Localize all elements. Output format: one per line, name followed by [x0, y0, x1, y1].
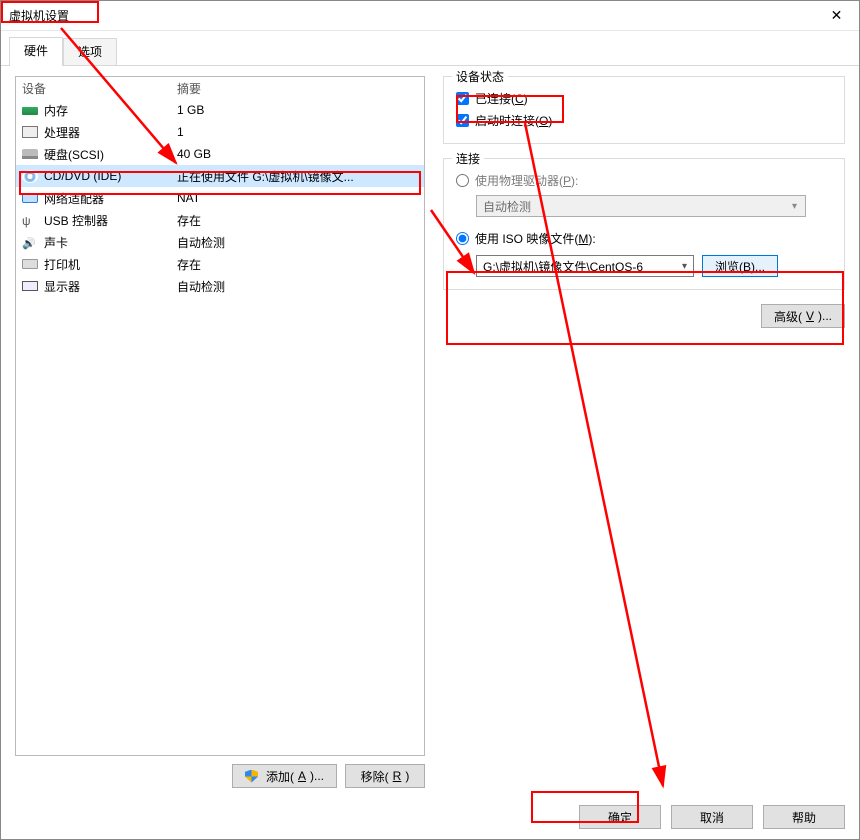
- advanced-row: 高级(V)...: [443, 304, 845, 328]
- tab-strip: 硬件 选项: [1, 31, 859, 66]
- close-icon: ✕: [831, 7, 843, 24]
- connected-row: 已连接(C): [456, 87, 832, 109]
- device-row-display[interactable]: 显示器 自动检测: [16, 275, 424, 297]
- device-row-sound[interactable]: 声卡 自动检测: [16, 231, 424, 253]
- dialog-body: 设备 摘要 内存 1 GB 处理器 1 硬盘(SCSI) 40 GB CD/DV…: [1, 66, 859, 839]
- tab-hardware[interactable]: 硬件: [9, 37, 63, 66]
- use-iso-radio[interactable]: [456, 232, 469, 245]
- use-physical-radio[interactable]: [456, 174, 469, 187]
- advanced-button[interactable]: 高级(V)...: [761, 304, 845, 328]
- device-row-printer[interactable]: 打印机 存在: [16, 253, 424, 275]
- printer-icon: [22, 259, 38, 269]
- use-iso-row: 使用 ISO 映像文件(M):: [456, 227, 832, 249]
- use-physical-label[interactable]: 使用物理驱动器(P):: [475, 172, 578, 189]
- use-physical-row: 使用物理驱动器(P):: [456, 169, 832, 191]
- device-status-title: 设备状态: [452, 68, 508, 85]
- col-summary: 摘要: [177, 80, 424, 97]
- close-button[interactable]: ✕: [814, 1, 859, 31]
- connected-checkbox[interactable]: [456, 92, 469, 105]
- usb-icon: [22, 214, 38, 226]
- sound-icon: [22, 236, 38, 248]
- iso-path-combo[interactable]: G:\虚拟机\镜像文件\CentOS-6: [476, 255, 694, 277]
- ok-button[interactable]: 确定: [579, 805, 661, 829]
- footer-buttons: 确定 取消 帮助: [579, 805, 845, 829]
- device-row-usb[interactable]: USB 控制器 存在: [16, 209, 424, 231]
- right-panel: 设备状态 已连接(C) 启动时连接(O) 连接: [443, 76, 845, 789]
- connected-label[interactable]: 已连接(C): [475, 90, 528, 107]
- memory-icon: [22, 107, 38, 115]
- device-row-cdrom[interactable]: CD/DVD (IDE) 正在使用文件 G:\虚拟机\镜像文...: [16, 165, 424, 187]
- cpu-icon: [22, 126, 38, 138]
- device-row-memory[interactable]: 内存 1 GB: [16, 99, 424, 121]
- left-buttons: 添加(A)... 移除(R): [15, 764, 425, 788]
- titlebar: 虚拟机设置 ✕: [1, 1, 859, 31]
- window-title: 虚拟机设置: [9, 7, 69, 24]
- hdd-icon: [22, 149, 38, 159]
- display-icon: [22, 281, 38, 291]
- use-iso-label[interactable]: 使用 ISO 映像文件(M):: [475, 230, 596, 247]
- browse-button[interactable]: 浏览(B)...: [702, 255, 778, 277]
- device-row-hdd[interactable]: 硬盘(SCSI) 40 GB: [16, 143, 424, 165]
- cancel-button[interactable]: 取消: [671, 805, 753, 829]
- cd-icon: [22, 170, 38, 183]
- connect-at-poweron-checkbox[interactable]: [456, 114, 469, 127]
- vm-settings-window: 虚拟机设置 ✕ 硬件 选项 设备 摘要 内存 1 GB 处理器: [0, 0, 860, 840]
- add-button[interactable]: 添加(A)...: [232, 764, 337, 788]
- device-row-cpu[interactable]: 处理器 1: [16, 121, 424, 143]
- col-device: 设备: [22, 80, 177, 97]
- device-status-group: 设备状态 已连接(C) 启动时连接(O): [443, 76, 845, 144]
- connect-at-poweron-label[interactable]: 启动时连接(O): [475, 112, 552, 129]
- device-list-header: 设备 摘要: [16, 77, 424, 99]
- connect-at-poweron-row: 启动时连接(O): [456, 109, 832, 131]
- physical-drive-combo[interactable]: 自动检测: [476, 195, 806, 217]
- remove-button[interactable]: 移除(R): [345, 764, 425, 788]
- left-panel: 设备 摘要 内存 1 GB 处理器 1 硬盘(SCSI) 40 GB CD/DV…: [15, 76, 425, 789]
- device-row-network[interactable]: 网络适配器 NAT: [16, 187, 424, 209]
- network-icon: [22, 193, 38, 203]
- device-list: 设备 摘要 内存 1 GB 处理器 1 硬盘(SCSI) 40 GB CD/DV…: [15, 76, 425, 756]
- iso-controls: G:\虚拟机\镜像文件\CentOS-6 浏览(B)...: [476, 255, 832, 277]
- connection-title: 连接: [452, 150, 484, 167]
- connection-group: 连接 使用物理驱动器(P): 自动检测 使用 ISO 映像文件(M):: [443, 158, 845, 290]
- help-button[interactable]: 帮助: [763, 805, 845, 829]
- tab-options[interactable]: 选项: [63, 38, 117, 66]
